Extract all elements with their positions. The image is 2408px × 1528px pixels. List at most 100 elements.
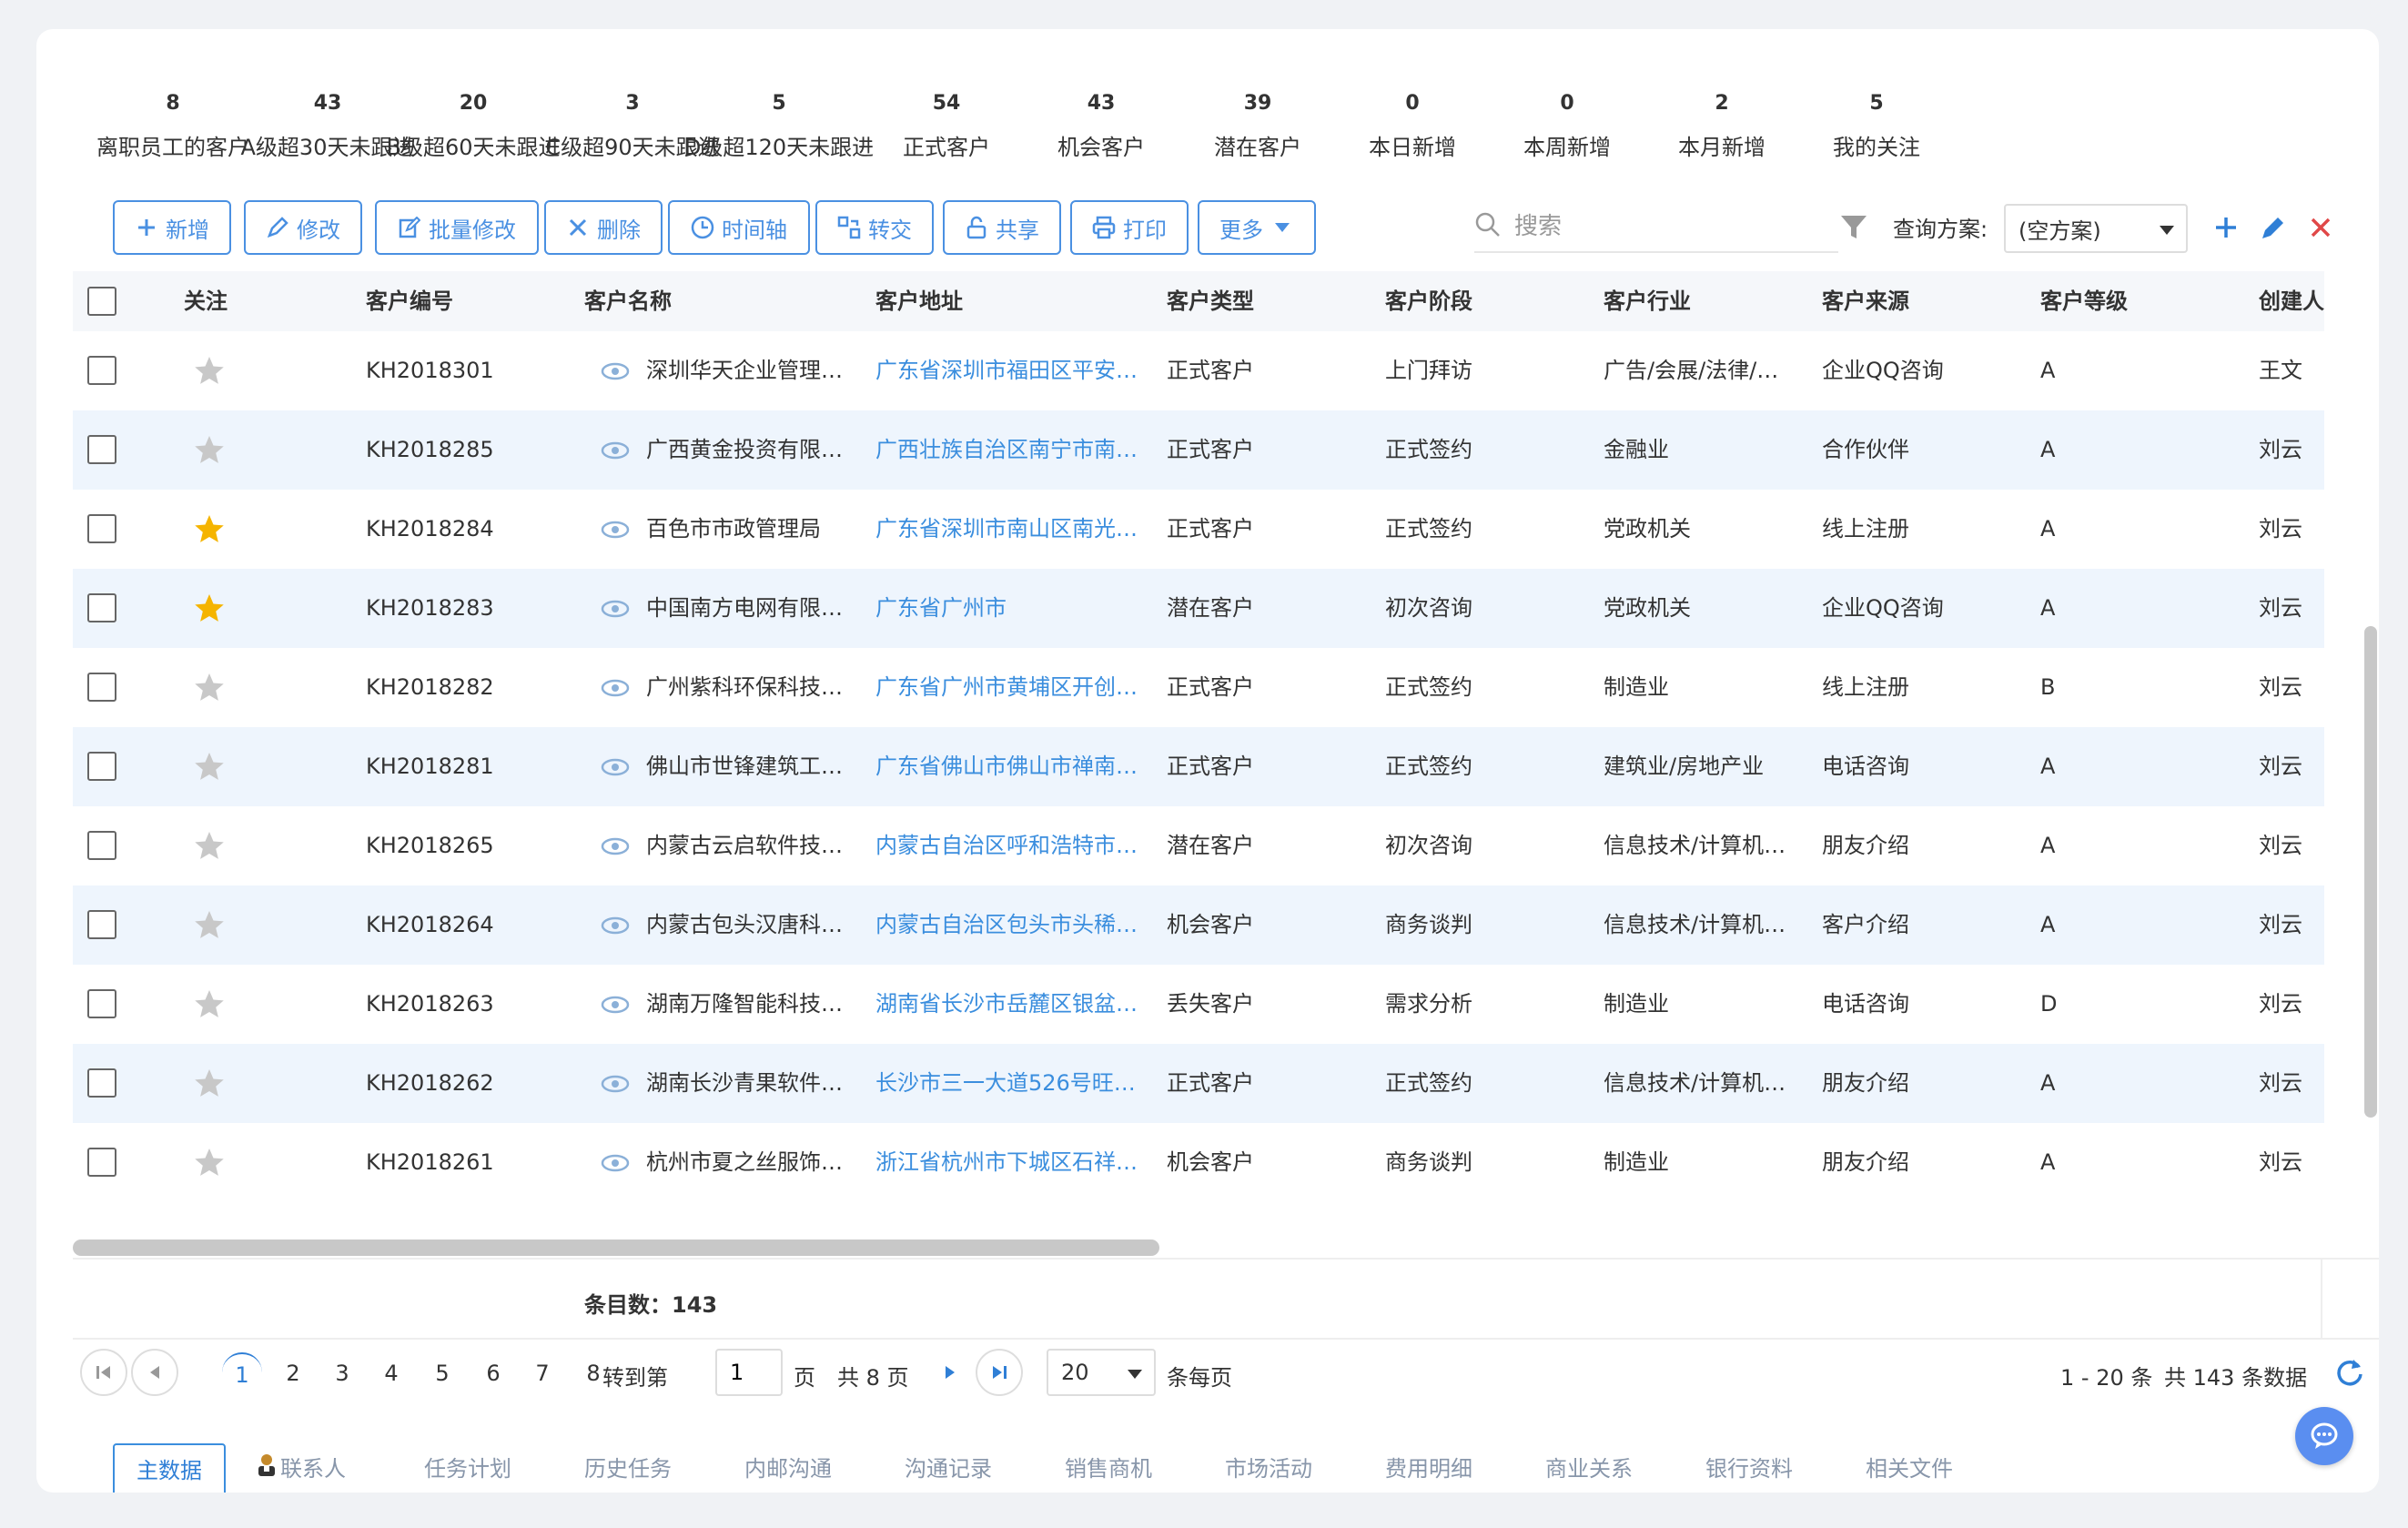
tab-item[interactable]: 沟通记录 — [883, 1443, 1014, 1493]
delete-button[interactable]: 删除 — [544, 200, 663, 255]
search-input[interactable] — [1514, 213, 1815, 240]
eye-icon[interactable] — [601, 361, 630, 381]
table-row[interactable]: KH2018263 湖南万隆智能科技… 湖南省长沙市岳麓区银盆… 丢失客户 需求… — [73, 965, 2324, 1044]
page-number[interactable]: 1 — [222, 1352, 262, 1394]
cell-name[interactable]: 湖南长沙青果软件… — [646, 1044, 861, 1123]
column-header-name[interactable]: 客户名称 — [584, 271, 672, 331]
row-checkbox[interactable] — [87, 910, 116, 939]
vertical-scrollbar[interactable] — [2364, 626, 2377, 1118]
eye-icon[interactable] — [601, 520, 630, 540]
row-checkbox[interactable] — [87, 1148, 116, 1177]
tab-item[interactable]: 销售商机 — [1043, 1443, 1174, 1493]
column-header-level[interactable]: 客户等级 — [2040, 271, 2128, 331]
filter-icon[interactable] — [1838, 211, 1871, 244]
eye-icon[interactable] — [601, 836, 630, 856]
cell-name[interactable]: 广西黄金投资有限… — [646, 410, 861, 490]
eye-icon[interactable] — [601, 757, 630, 777]
page-number[interactable]: 2 — [273, 1352, 313, 1394]
add-scheme-icon[interactable] — [2210, 211, 2242, 244]
table-row[interactable]: KH2018264 内蒙古包头汉唐科… 内蒙古自治区包头市头稀… 机会客户 商务… — [73, 885, 2324, 965]
horizontal-scrollbar[interactable] — [73, 1240, 1159, 1256]
star-outline-icon[interactable] — [193, 354, 226, 387]
last-page-button[interactable] — [976, 1349, 1023, 1396]
timeline-button[interactable]: 时间轴 — [668, 200, 810, 255]
query-scheme-select[interactable]: (空方案) — [2004, 204, 2188, 253]
row-checkbox[interactable] — [87, 752, 116, 781]
prev-page-button[interactable] — [131, 1349, 178, 1396]
cell-address[interactable]: 浙江省杭州市下城区石祥… — [875, 1123, 1148, 1179]
tab-item[interactable]: 市场活动 — [1203, 1443, 1334, 1493]
cell-name[interactable]: 内蒙古云启软件技… — [646, 806, 861, 885]
column-header-creator[interactable]: 创建人 — [2259, 271, 2324, 331]
cell-name[interactable]: 内蒙古包头汉唐科… — [646, 885, 861, 965]
row-checkbox[interactable] — [87, 435, 116, 464]
tab-item[interactable]: 费用明细 — [1363, 1443, 1494, 1493]
batch-edit-button[interactable]: 批量修改 — [375, 200, 539, 255]
column-header-industry[interactable]: 客户行业 — [1604, 271, 1691, 331]
chat-button[interactable] — [2295, 1407, 2353, 1465]
tab-item[interactable]: 商业关系 — [1523, 1443, 1654, 1493]
row-checkbox[interactable] — [87, 356, 116, 385]
share-button[interactable]: 共享 — [943, 200, 1061, 255]
eye-icon[interactable] — [601, 599, 630, 619]
star-outline-icon[interactable] — [193, 1067, 226, 1099]
page-number[interactable]: 3 — [322, 1352, 362, 1394]
row-checkbox[interactable] — [87, 514, 116, 543]
page-number[interactable]: 5 — [422, 1352, 462, 1394]
column-header-type[interactable]: 客户类型 — [1167, 271, 1254, 331]
next-page-button[interactable] — [926, 1349, 974, 1396]
table-row[interactable]: KH2018282 广州紫科环保科技… 广东省广州市黄埔区开创… 正式客户 正式… — [73, 648, 2324, 727]
star-outline-icon[interactable] — [193, 433, 226, 466]
cell-address[interactable]: 长沙市三一大道526号旺… — [875, 1044, 1148, 1123]
transfer-button[interactable]: 转交 — [815, 200, 934, 255]
cell-address[interactable]: 湖南省长沙市岳麓区银盆… — [875, 965, 1148, 1044]
tab-item[interactable]: 银行资料 — [1684, 1443, 1815, 1493]
row-checkbox[interactable] — [87, 593, 116, 622]
cell-address[interactable]: 广东省深圳市南山区南光… — [875, 490, 1148, 569]
delete-scheme-icon[interactable] — [2304, 211, 2337, 244]
eye-icon[interactable] — [601, 440, 630, 460]
row-checkbox[interactable] — [87, 831, 116, 860]
edit-scheme-icon[interactable] — [2257, 211, 2290, 244]
stat-item[interactable]: 5 我的关注 — [1776, 84, 1977, 161]
tab-item[interactable]: 任务计划 — [402, 1443, 533, 1493]
refresh-button[interactable] — [2328, 1351, 2372, 1394]
cell-name[interactable]: 深圳华天企业管理… — [646, 331, 861, 410]
star-filled-icon[interactable] — [193, 592, 226, 624]
star-outline-icon[interactable] — [193, 829, 226, 862]
page-number[interactable]: 7 — [522, 1352, 562, 1394]
table-row[interactable]: KH2018262 湖南长沙青果软件… 长沙市三一大道526号旺… 正式客户 正… — [73, 1044, 2324, 1123]
star-outline-icon[interactable] — [193, 908, 226, 941]
table-row[interactable]: KH2018284 百色市市政管理局 广东省深圳市南山区南光… 正式客户 正式签… — [73, 490, 2324, 569]
column-header-follow[interactable]: 关注 — [184, 271, 228, 331]
cell-address[interactable]: 广东省广州市黄埔区开创… — [875, 648, 1148, 727]
page-size-select[interactable]: 20 — [1047, 1349, 1156, 1396]
cell-address[interactable]: 广西壮族自治区南宁市南… — [875, 410, 1148, 490]
table-row[interactable]: KH2018281 佛山市世锋建筑工… 广东省佛山市佛山市禅南… 正式客户 正式… — [73, 727, 2324, 806]
tab-item[interactable]: 历史任务 — [562, 1443, 693, 1493]
row-checkbox[interactable] — [87, 989, 116, 1018]
eye-icon[interactable] — [601, 1153, 630, 1173]
page-number[interactable]: 6 — [473, 1352, 513, 1394]
tab-item[interactable]: 联系人 — [235, 1443, 368, 1493]
table-row[interactable]: KH2018265 内蒙古云启软件技… 内蒙古自治区呼和浩特市… 潜在客户 初次… — [73, 806, 2324, 885]
column-header-source[interactable]: 客户来源 — [1822, 271, 1909, 331]
cell-name[interactable]: 杭州市夏之丝服饰… — [646, 1123, 861, 1179]
star-outline-icon[interactable] — [193, 1146, 226, 1179]
eye-icon[interactable] — [601, 678, 630, 698]
table-row[interactable]: KH2018301 深圳华天企业管理… 广东省深圳市福田区平安… 正式客户 上门… — [73, 331, 2324, 410]
star-outline-icon[interactable] — [193, 671, 226, 703]
cell-name[interactable]: 广州紫科环保科技… — [646, 648, 861, 727]
star-filled-icon[interactable] — [193, 512, 226, 545]
eye-icon[interactable] — [601, 995, 630, 1015]
cell-address[interactable]: 广东省佛山市佛山市禅南… — [875, 727, 1148, 806]
row-checkbox[interactable] — [87, 673, 116, 702]
tab-item[interactable]: 相关文件 — [1844, 1443, 1975, 1493]
cell-address[interactable]: 广东省深圳市福田区平安… — [875, 331, 1148, 410]
eye-icon[interactable] — [601, 916, 630, 936]
cell-address[interactable]: 内蒙古自治区呼和浩特市… — [875, 806, 1148, 885]
cell-name[interactable]: 湖南万隆智能科技… — [646, 965, 861, 1044]
page-number[interactable]: 4 — [371, 1352, 411, 1394]
cell-name[interactable]: 中国南方电网有限… — [646, 569, 861, 648]
cell-name[interactable]: 佛山市世锋建筑工… — [646, 727, 861, 806]
